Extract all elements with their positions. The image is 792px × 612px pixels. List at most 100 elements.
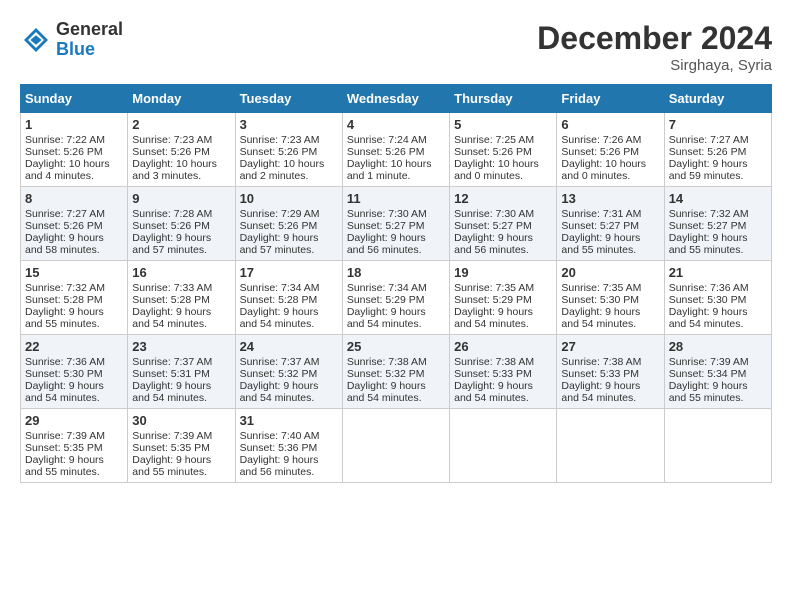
sunset-text: Sunset: 5:34 PM (669, 368, 767, 380)
day-number: 14 (669, 191, 767, 206)
calendar-table: SundayMondayTuesdayWednesdayThursdayFrid… (20, 84, 772, 483)
calendar-cell (450, 409, 557, 483)
calendar-cell (342, 409, 449, 483)
month-title: December 2024 (537, 20, 772, 57)
sunrise-text: Sunrise: 7:30 AM (347, 208, 445, 220)
daylight-text: Daylight: 9 hours and 59 minutes. (669, 158, 767, 182)
sunrise-text: Sunrise: 7:32 AM (25, 282, 123, 294)
sunrise-text: Sunrise: 7:29 AM (240, 208, 338, 220)
day-number: 12 (454, 191, 552, 206)
sunrise-text: Sunrise: 7:36 AM (669, 282, 767, 294)
sunset-text: Sunset: 5:26 PM (25, 146, 123, 158)
sunrise-text: Sunrise: 7:35 AM (454, 282, 552, 294)
calendar-cell: 23Sunrise: 7:37 AMSunset: 5:31 PMDayligh… (128, 335, 235, 409)
calendar-week-row: 22Sunrise: 7:36 AMSunset: 5:30 PMDayligh… (21, 335, 772, 409)
sunset-text: Sunset: 5:27 PM (347, 220, 445, 232)
daylight-text: Daylight: 9 hours and 54 minutes. (561, 380, 659, 404)
sunset-text: Sunset: 5:26 PM (132, 220, 230, 232)
daylight-text: Daylight: 9 hours and 54 minutes. (561, 306, 659, 330)
calendar-cell: 24Sunrise: 7:37 AMSunset: 5:32 PMDayligh… (235, 335, 342, 409)
sunset-text: Sunset: 5:35 PM (132, 442, 230, 454)
calendar-cell: 19Sunrise: 7:35 AMSunset: 5:29 PMDayligh… (450, 261, 557, 335)
daylight-text: Daylight: 9 hours and 54 minutes. (132, 306, 230, 330)
calendar-cell: 9Sunrise: 7:28 AMSunset: 5:26 PMDaylight… (128, 187, 235, 261)
page-header: General Blue December 2024 Sirghaya, Syr… (20, 20, 772, 74)
daylight-text: Daylight: 9 hours and 54 minutes. (454, 306, 552, 330)
sunset-text: Sunset: 5:32 PM (347, 368, 445, 380)
sunset-text: Sunset: 5:26 PM (347, 146, 445, 158)
day-number: 1 (25, 117, 123, 132)
sunrise-text: Sunrise: 7:25 AM (454, 134, 552, 146)
sunset-text: Sunset: 5:30 PM (25, 368, 123, 380)
sunset-text: Sunset: 5:28 PM (25, 294, 123, 306)
calendar-cell: 28Sunrise: 7:39 AMSunset: 5:34 PMDayligh… (664, 335, 771, 409)
sunset-text: Sunset: 5:26 PM (240, 220, 338, 232)
calendar-cell: 30Sunrise: 7:39 AMSunset: 5:35 PMDayligh… (128, 409, 235, 483)
sunset-text: Sunset: 5:28 PM (240, 294, 338, 306)
calendar-cell: 14Sunrise: 7:32 AMSunset: 5:27 PMDayligh… (664, 187, 771, 261)
sunrise-text: Sunrise: 7:24 AM (347, 134, 445, 146)
logo: General Blue (20, 20, 123, 60)
daylight-text: Daylight: 9 hours and 54 minutes. (347, 306, 445, 330)
calendar-cell (557, 409, 664, 483)
sunrise-text: Sunrise: 7:40 AM (240, 430, 338, 442)
calendar-cell: 8Sunrise: 7:27 AMSunset: 5:26 PMDaylight… (21, 187, 128, 261)
daylight-text: Daylight: 10 hours and 0 minutes. (454, 158, 552, 182)
sunset-text: Sunset: 5:29 PM (347, 294, 445, 306)
logo-blue: Blue (56, 40, 123, 60)
calendar-cell: 27Sunrise: 7:38 AMSunset: 5:33 PMDayligh… (557, 335, 664, 409)
calendar-cell: 2Sunrise: 7:23 AMSunset: 5:26 PMDaylight… (128, 113, 235, 187)
daylight-text: Daylight: 9 hours and 57 minutes. (240, 232, 338, 256)
day-number: 7 (669, 117, 767, 132)
day-number: 20 (561, 265, 659, 280)
sunset-text: Sunset: 5:29 PM (454, 294, 552, 306)
calendar-cell: 17Sunrise: 7:34 AMSunset: 5:28 PMDayligh… (235, 261, 342, 335)
sunrise-text: Sunrise: 7:33 AM (132, 282, 230, 294)
sunrise-text: Sunrise: 7:23 AM (240, 134, 338, 146)
day-number: 9 (132, 191, 230, 206)
calendar-cell: 21Sunrise: 7:36 AMSunset: 5:30 PMDayligh… (664, 261, 771, 335)
daylight-text: Daylight: 10 hours and 4 minutes. (25, 158, 123, 182)
daylight-text: Daylight: 10 hours and 0 minutes. (561, 158, 659, 182)
day-number: 8 (25, 191, 123, 206)
day-number: 3 (240, 117, 338, 132)
calendar-cell: 18Sunrise: 7:34 AMSunset: 5:29 PMDayligh… (342, 261, 449, 335)
logo-text: General Blue (56, 20, 123, 60)
sunset-text: Sunset: 5:26 PM (454, 146, 552, 158)
daylight-text: Daylight: 9 hours and 54 minutes. (240, 306, 338, 330)
calendar-cell: 13Sunrise: 7:31 AMSunset: 5:27 PMDayligh… (557, 187, 664, 261)
sunrise-text: Sunrise: 7:32 AM (669, 208, 767, 220)
sunrise-text: Sunrise: 7:38 AM (454, 356, 552, 368)
daylight-text: Daylight: 9 hours and 54 minutes. (25, 380, 123, 404)
daylight-text: Daylight: 9 hours and 55 minutes. (669, 380, 767, 404)
calendar-cell (664, 409, 771, 483)
daylight-text: Daylight: 9 hours and 56 minutes. (240, 454, 338, 478)
day-number: 6 (561, 117, 659, 132)
sunrise-text: Sunrise: 7:39 AM (25, 430, 123, 442)
calendar-cell: 12Sunrise: 7:30 AMSunset: 5:27 PMDayligh… (450, 187, 557, 261)
daylight-text: Daylight: 10 hours and 1 minute. (347, 158, 445, 182)
calendar-cell: 7Sunrise: 7:27 AMSunset: 5:26 PMDaylight… (664, 113, 771, 187)
calendar-cell: 6Sunrise: 7:26 AMSunset: 5:26 PMDaylight… (557, 113, 664, 187)
sunset-text: Sunset: 5:30 PM (561, 294, 659, 306)
day-number: 31 (240, 413, 338, 428)
sunrise-text: Sunrise: 7:38 AM (347, 356, 445, 368)
sunset-text: Sunset: 5:27 PM (454, 220, 552, 232)
weekday-header-row: SundayMondayTuesdayWednesdayThursdayFrid… (21, 85, 772, 113)
daylight-text: Daylight: 10 hours and 3 minutes. (132, 158, 230, 182)
sunrise-text: Sunrise: 7:36 AM (25, 356, 123, 368)
daylight-text: Daylight: 9 hours and 55 minutes. (132, 454, 230, 478)
calendar-week-row: 29Sunrise: 7:39 AMSunset: 5:35 PMDayligh… (21, 409, 772, 483)
calendar-cell: 26Sunrise: 7:38 AMSunset: 5:33 PMDayligh… (450, 335, 557, 409)
sunrise-text: Sunrise: 7:31 AM (561, 208, 659, 220)
sunrise-text: Sunrise: 7:34 AM (347, 282, 445, 294)
weekday-header: Monday (128, 85, 235, 113)
sunset-text: Sunset: 5:36 PM (240, 442, 338, 454)
sunset-text: Sunset: 5:32 PM (240, 368, 338, 380)
calendar-cell: 16Sunrise: 7:33 AMSunset: 5:28 PMDayligh… (128, 261, 235, 335)
sunset-text: Sunset: 5:33 PM (454, 368, 552, 380)
daylight-text: Daylight: 9 hours and 54 minutes. (669, 306, 767, 330)
sunset-text: Sunset: 5:28 PM (132, 294, 230, 306)
logo-general: General (56, 20, 123, 40)
daylight-text: Daylight: 9 hours and 56 minutes. (347, 232, 445, 256)
